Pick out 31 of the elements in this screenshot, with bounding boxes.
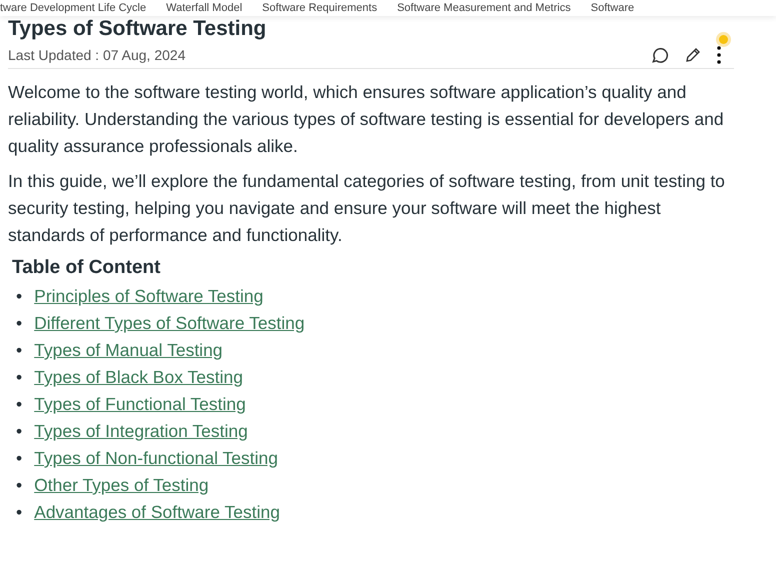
bullet: • (16, 312, 22, 335)
paragraph: Welcome to the software testing world, which ensures software application’s quality and reliability. Understanding the various types of software testing is essential for developers and quality assurance professionals alike. (8, 81, 725, 158)
last-updated-date: Last Updated : 07 Aug, 2024 (8, 47, 186, 63)
section-heading: Table of Content (12, 257, 162, 279)
bullet: • (16, 339, 22, 362)
article-title: Types of Software Testing (8, 16, 268, 42)
table-of-contents-link[interactable]: Types of Integration Testing (34, 418, 248, 445)
nav-link[interactable]: tware Development Life Cycle (0, 2, 146, 14)
bullet: • (16, 447, 22, 470)
bullet: • (16, 285, 22, 308)
nav-link[interactable]: Software Measurement and Metrics (397, 2, 571, 14)
table-of-contents-link[interactable]: Advantages of Software Testing (34, 499, 280, 526)
table-of-contents-link[interactable]: Different Types of Software Testing (34, 310, 305, 337)
bullet: • (16, 393, 22, 416)
comment-icon[interactable] (650, 45, 670, 65)
bullet: • (16, 366, 22, 389)
bullet: • (16, 474, 22, 497)
edit-icon[interactable] (684, 46, 702, 64)
table-of-contents-link[interactable]: Types of Black Box Testing (34, 364, 243, 391)
table-of-contents-link[interactable]: Types of Manual Testing (34, 337, 223, 364)
nav-link[interactable]: Waterfall Model (166, 2, 242, 14)
nav-link[interactable]: Software Requirements (262, 2, 378, 14)
table-of-contents-link[interactable]: Types of Functional Testing (34, 391, 246, 418)
table-of-contents-link[interactable]: Types of Non-functional Testing (34, 445, 278, 472)
paragraph: In this guide, we’ll explore the fundamental categories of software testing, from unit testing to security testing, helping you navigate and ensure your software will meet the highest standards of performance and functionality. (8, 170, 726, 247)
table-of-contents-link[interactable]: Other Types of Testing (34, 472, 209, 499)
bullet: • (16, 501, 22, 524)
table-of-contents-link[interactable]: Principles of Software Testing (34, 283, 264, 310)
more-options-icon[interactable] (716, 45, 722, 65)
bullet: • (16, 420, 22, 443)
nav-link[interactable]: Software (590, 2, 634, 14)
